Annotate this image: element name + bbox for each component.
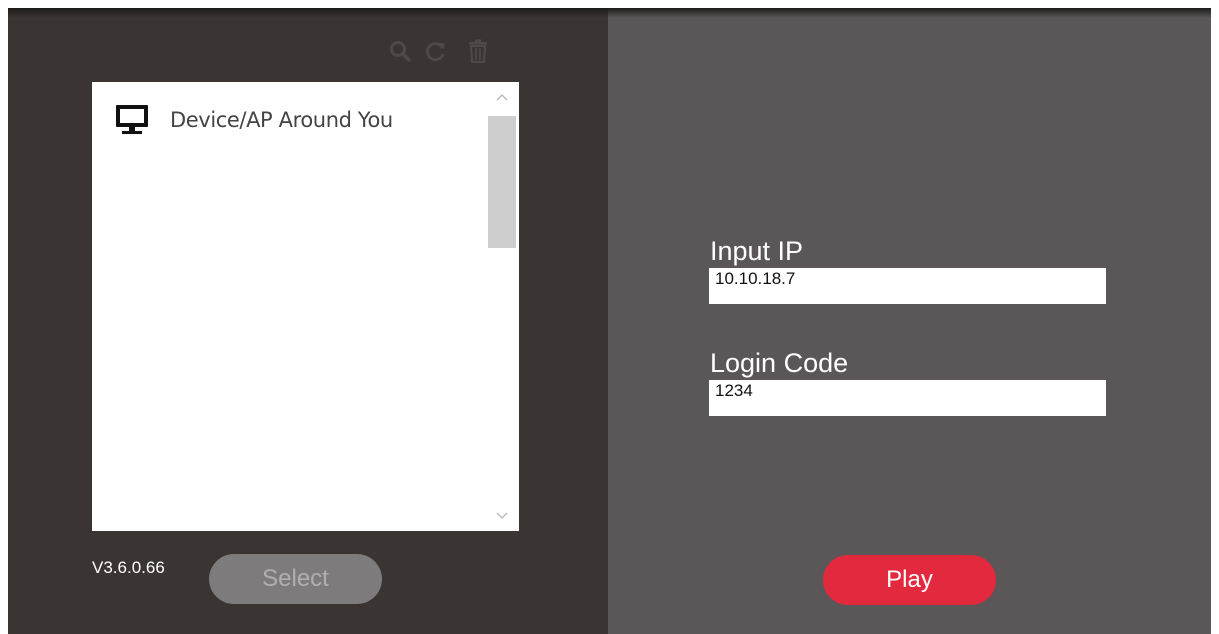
scroll-down-arrow-icon[interactable] [495,509,509,523]
ip-label: Input IP [710,236,804,266]
monitor-icon [116,105,148,134]
device-list[interactable]: Device/AP Around You [92,82,519,531]
refresh-icon[interactable] [424,38,448,64]
trash-icon[interactable] [466,38,490,64]
version-label: V3.6.0.66 [92,558,165,577]
device-panel: Device/AP Around You V3.6.0.66 Select [8,8,608,634]
login-code-input[interactable]: 1234 [709,380,1106,416]
list-scrollbar[interactable] [487,86,517,527]
search-icon[interactable] [388,38,412,64]
select-button[interactable]: Select [209,554,382,604]
ip-input[interactable]: 10.10.18.7 [709,268,1106,304]
scroll-up-arrow-icon[interactable] [495,90,509,104]
scroll-thumb[interactable] [488,116,516,248]
list-item[interactable]: Device/AP Around You [114,104,474,136]
login-code-label: Login Code [710,348,849,378]
connection-panel: Input IP 10.10.18.7 Login Code 1234 Play [608,8,1211,634]
play-button[interactable]: Play [823,555,996,605]
app-window: Device/AP Around You V3.6.0.66 Select In… [8,8,1211,634]
list-item-label: Device/AP Around You [170,108,393,132]
